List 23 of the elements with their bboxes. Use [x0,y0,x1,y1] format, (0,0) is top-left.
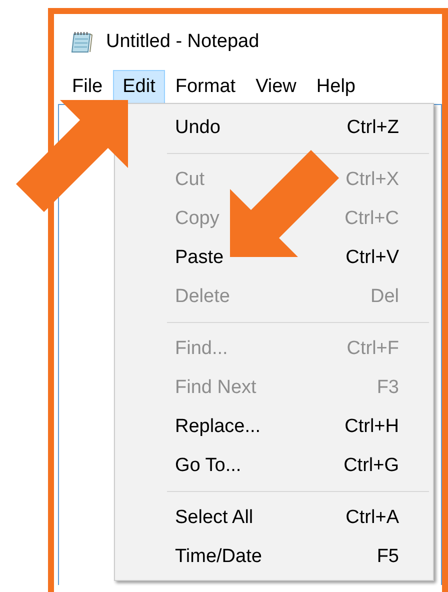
menu-item[interactable]: Select All Ctrl+A [167,498,431,537]
shortcut-label: F3 [376,376,399,398]
shortcut-label: Ctrl+X [346,168,399,190]
menu-bar-item[interactable]: Format [165,70,246,104]
shortcut-label: Ctrl+F [346,338,399,360]
menu-item[interactable]: Undo Ctrl+Z [167,108,431,147]
shortcut-label: Ctrl+A [346,506,399,528]
shortcut-label: Ctrl+G [344,454,399,476]
menu-bar-item[interactable]: Help [306,70,366,104]
shortcut-label: Ctrl+C [344,208,399,230]
menu-bar-item[interactable]: View [246,70,306,104]
menu-item[interactable]: Replace... Ctrl+H [167,407,431,446]
window-title: Untitled - Notepad [106,31,260,53]
shortcut-label: Ctrl+Z [346,116,399,138]
menu-bar-item[interactable]: File [62,70,113,104]
menu-item[interactable]: Paste Ctrl+V [167,238,431,277]
shortcut-label: Ctrl+H [344,416,399,438]
shortcut-label: Ctrl+V [346,246,399,268]
shortcut-label: F5 [376,546,399,568]
menu-bar-item[interactable]: Edit [112,70,166,104]
menu-item[interactable]: Time/Date F5 [167,537,431,576]
shortcut-label: Del [370,286,399,308]
menu-item[interactable]: Go To... Ctrl+G [167,446,431,485]
